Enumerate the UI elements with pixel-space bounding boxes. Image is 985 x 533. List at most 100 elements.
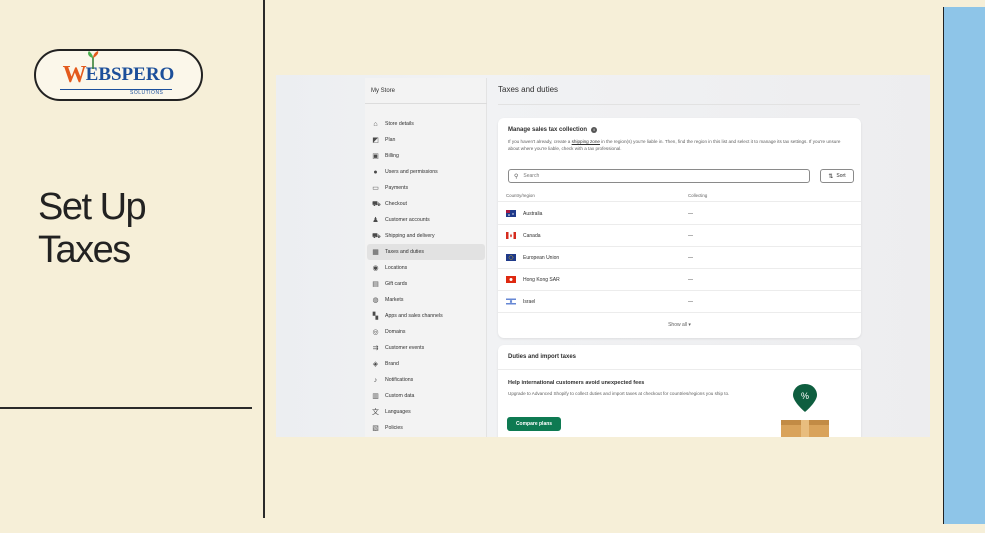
settings-sidebar: My Store ⌂ Store details ◩ Plan ▣ Billing ● Use… (365, 78, 487, 437)
search-icon: ⚲ (514, 173, 519, 180)
domain-icon: ◎ (372, 328, 379, 336)
sidebar-item-plan[interactable]: ◩ Plan (365, 132, 487, 148)
sidebar-item-custom-data[interactable]: ▥ Custom data (365, 388, 487, 404)
sort-button[interactable]: ⇅ Sort (820, 169, 854, 183)
accent-panel (943, 7, 985, 524)
svg-text:%: % (801, 391, 809, 401)
info-icon[interactable]: i (591, 127, 598, 133)
sidebar-item-billing[interactable]: ▣ Billing (365, 148, 487, 164)
logo-subtitle: SOLUTIONS (130, 90, 164, 96)
brand-icon: ◈ (372, 360, 379, 368)
table-row[interactable]: European Union — (498, 247, 861, 269)
sidebar-item-label: Shipping and delivery (385, 233, 435, 239)
vertical-divider (263, 0, 265, 518)
bell-icon: ♪ (373, 376, 378, 384)
sidebar-item-label: Taxes and duties (385, 249, 424, 255)
region-search-input[interactable]: ⚲ Search (508, 169, 810, 183)
table-row[interactable]: Hong Kong SAR — (498, 269, 861, 291)
sidebar-item-users-and-permissions[interactable]: ● Users and permissions (365, 164, 487, 180)
sidebar-item-label: Customer events (385, 345, 425, 351)
sidebar-item-label: Gift cards (385, 281, 408, 287)
title-divider (498, 104, 860, 105)
sidebar-item-label: Checkout (385, 201, 407, 207)
sidebar-item-checkout[interactable]: ⛟ Checkout (365, 196, 487, 212)
user-icon: ● (373, 168, 378, 176)
store-name: My Store (371, 88, 396, 94)
sidebar-divider (365, 103, 487, 104)
sidebar-item-customer-accounts[interactable]: ♟ Customer accounts (365, 212, 487, 228)
table-row[interactable]: Canada — (498, 225, 861, 247)
sidebar-item-label: Markets (385, 297, 404, 303)
main-content: Taxes and duties Manage sales tax collec… (488, 75, 930, 437)
australia-flag-icon (506, 210, 516, 217)
region-name: Israel (523, 299, 536, 305)
sidebar-item-label: Users and permissions (385, 169, 438, 175)
region-name: Australia (523, 211, 543, 217)
sidebar-item-apps-and-sales-channels[interactable]: ▚ Apps and sales channels (365, 308, 487, 324)
settings-nav: ⌂ Store details ◩ Plan ▣ Billing ● Users and pe… (365, 116, 487, 436)
collecting-status: — (688, 277, 693, 283)
shipping-zone-link[interactable]: shipping zone (572, 139, 600, 144)
duties-subheading: Help international customers avoid unexp… (508, 380, 645, 386)
duties-illustration-icon: % (781, 384, 829, 437)
cart-icon: ⛟ (372, 200, 381, 208)
policy-icon: ▧ (372, 424, 379, 432)
region-name: European Union (523, 255, 560, 261)
payments-icon: ▭ (372, 184, 379, 192)
apps-icon: ▚ (372, 312, 379, 320)
sidebar-item-customer-events[interactable]: ⇉ Customer events (365, 340, 487, 356)
sidebar-item-label: Billing (385, 153, 399, 159)
col-country: Country/region (506, 193, 535, 198)
sidebar-item-label: Domains (385, 329, 406, 335)
company-logo: W EBSPERO (34, 49, 203, 101)
sidebar-item-languages[interactable]: 文 Languages (365, 404, 487, 420)
sales-tax-heading-text: Manage sales tax collection (508, 127, 588, 133)
sidebar-item-policies[interactable]: ▧ Policies (365, 420, 487, 436)
sort-icon: ⇅ (828, 173, 834, 180)
sidebar-item-markets[interactable]: ◍ Markets (365, 292, 487, 308)
sidebar-item-gift-cards[interactable]: ▤ Gift cards (365, 276, 487, 292)
duties-divider (498, 369, 861, 370)
person-icon: ♟ (372, 216, 379, 224)
table-row[interactable]: Australia — (498, 203, 861, 225)
sidebar-item-label: Brand (385, 361, 399, 367)
sales-tax-heading: Manage sales tax collection i (508, 127, 598, 133)
sidebar-item-label: Customer accounts (385, 217, 430, 223)
sidebar-item-label: Plan (385, 137, 396, 143)
sidebar-item-brand[interactable]: ◈ Brand (365, 356, 487, 372)
show-all-button[interactable]: Show all ▾ (498, 322, 861, 328)
sales-tax-card: Manage sales tax collection i If you hav… (498, 118, 861, 338)
sidebar-item-label: Payments (385, 185, 409, 191)
sidebar-item-taxes-and-duties[interactable]: ▦ Taxes and duties (367, 244, 485, 260)
billing-icon: ▣ (372, 152, 379, 160)
location-icon: ◉ (372, 264, 379, 272)
admin-screenshot: My Store ⌂ Store details ◩ Plan ▣ Billing ● Use… (276, 75, 930, 437)
sidebar-item-locations[interactable]: ◉ Locations (365, 260, 487, 276)
hong-kong-flag-icon (506, 276, 516, 283)
table-header: Country/region Collecting (498, 188, 861, 202)
duties-card: Duties and import taxes Help internation… (498, 345, 861, 437)
sidebar-item-shipping-and-delivery[interactable]: ⛟ Shipping and delivery (365, 228, 487, 244)
collecting-status: — (688, 211, 693, 217)
region-name: Hong Kong SAR (523, 277, 560, 283)
desc-text: If you haven't already, create a (508, 139, 572, 144)
duties-description: Upgrade to Advanced Shopify to collect d… (508, 391, 730, 396)
language-icon: 文 (372, 408, 379, 416)
sidebar-item-notifications[interactable]: ♪ Notifications (365, 372, 487, 388)
logo-letter: W (62, 61, 87, 88)
plan-icon: ◩ (372, 136, 379, 144)
events-icon: ⇉ (372, 344, 379, 352)
sidebar-item-domains[interactable]: ◎ Domains (365, 324, 487, 340)
search-placeholder: Search (523, 173, 540, 179)
sidebar-item-payments[interactable]: ▭ Payments (365, 180, 487, 196)
store-icon: ⌂ (373, 120, 378, 128)
truck-icon: ⛟ (372, 232, 381, 240)
compare-plans-button[interactable]: Compare plans (507, 417, 561, 431)
canada-flag-icon (506, 232, 516, 239)
sidebar-item-store-details[interactable]: ⌂ Store details (365, 116, 487, 132)
gift-icon: ▤ (372, 280, 379, 288)
table-row[interactable]: Israel — (498, 291, 861, 313)
collecting-status: — (688, 233, 693, 239)
sidebar-item-label: Store details (385, 121, 414, 127)
sidebar-item-label: Custom data (385, 393, 415, 399)
